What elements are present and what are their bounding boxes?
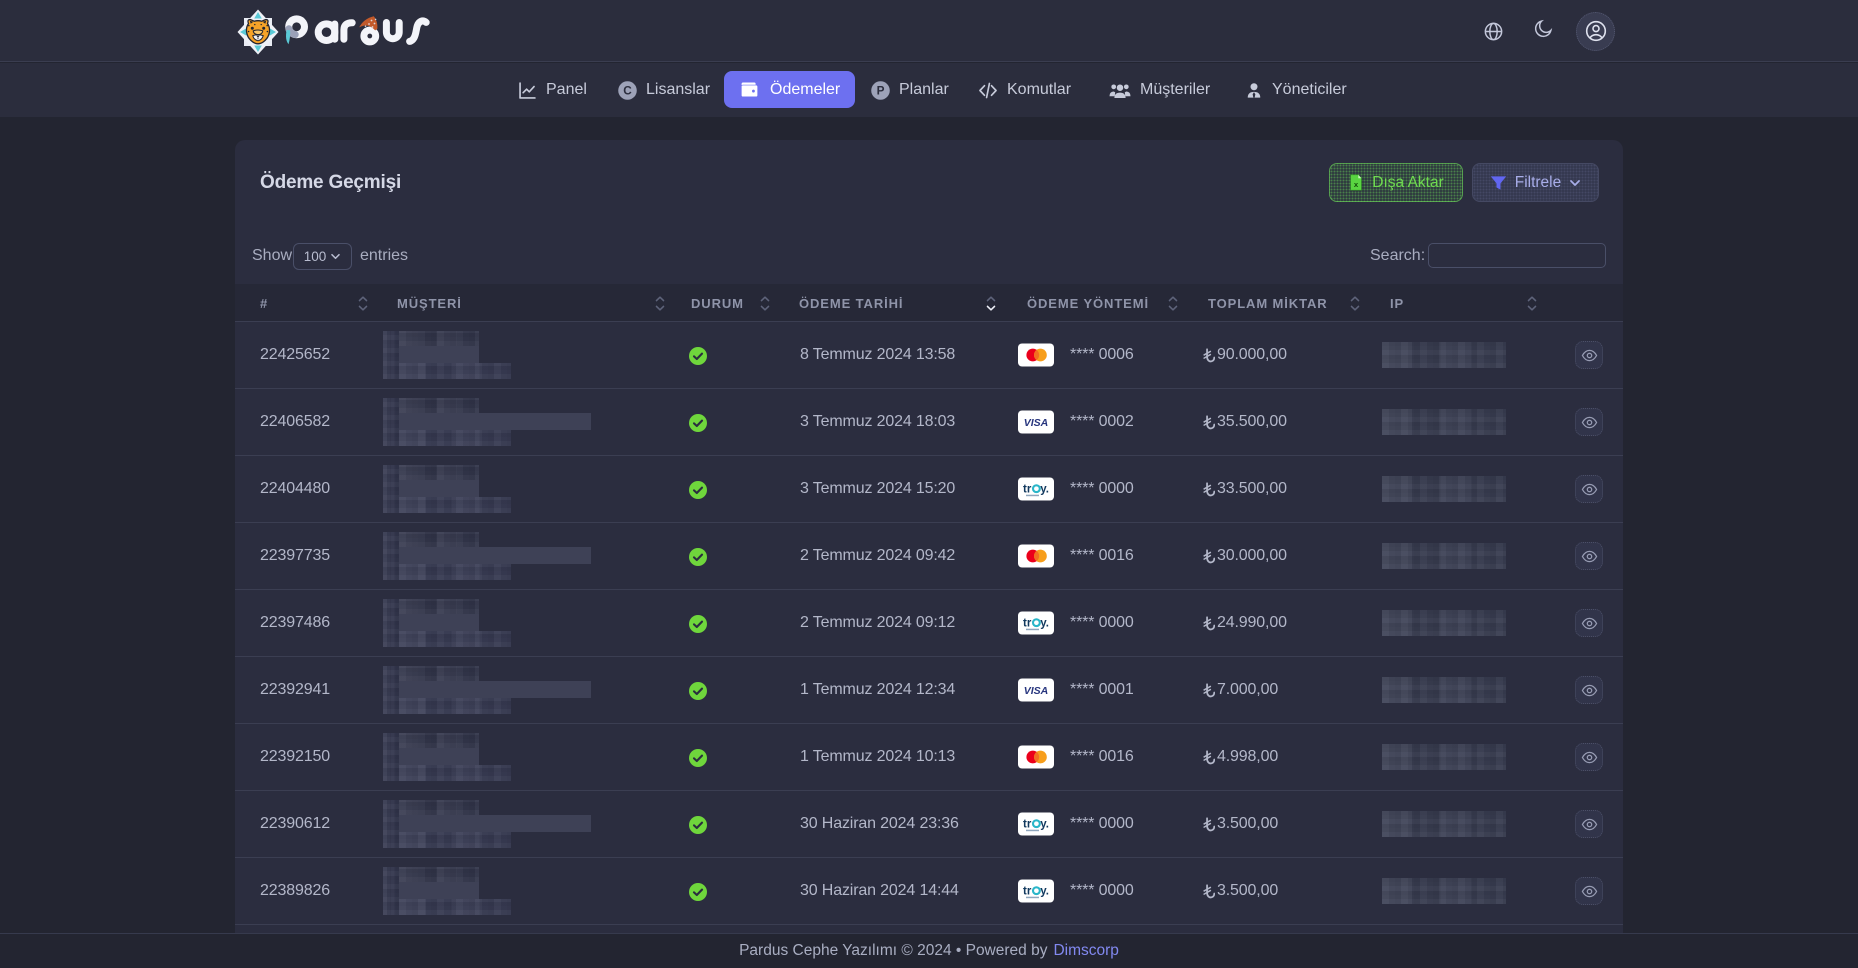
svg-text:y.: y. [1040, 483, 1049, 495]
svg-text:tr: tr [1023, 885, 1032, 897]
svg-text:tr: tr [1023, 483, 1032, 495]
svg-text:x: x [1354, 180, 1359, 189]
svg-text:VISA: VISA [1024, 685, 1049, 697]
svg-text:y.: y. [1040, 617, 1049, 629]
svg-text:tr: tr [1023, 818, 1032, 830]
svg-text:tr: tr [1023, 617, 1032, 629]
svg-text:VISA: VISA [1024, 417, 1049, 429]
svg-text:y.: y. [1040, 885, 1049, 897]
svg-text:y.: y. [1040, 818, 1049, 830]
svg-text:C: C [623, 83, 632, 97]
svg-text:P: P [877, 83, 885, 97]
